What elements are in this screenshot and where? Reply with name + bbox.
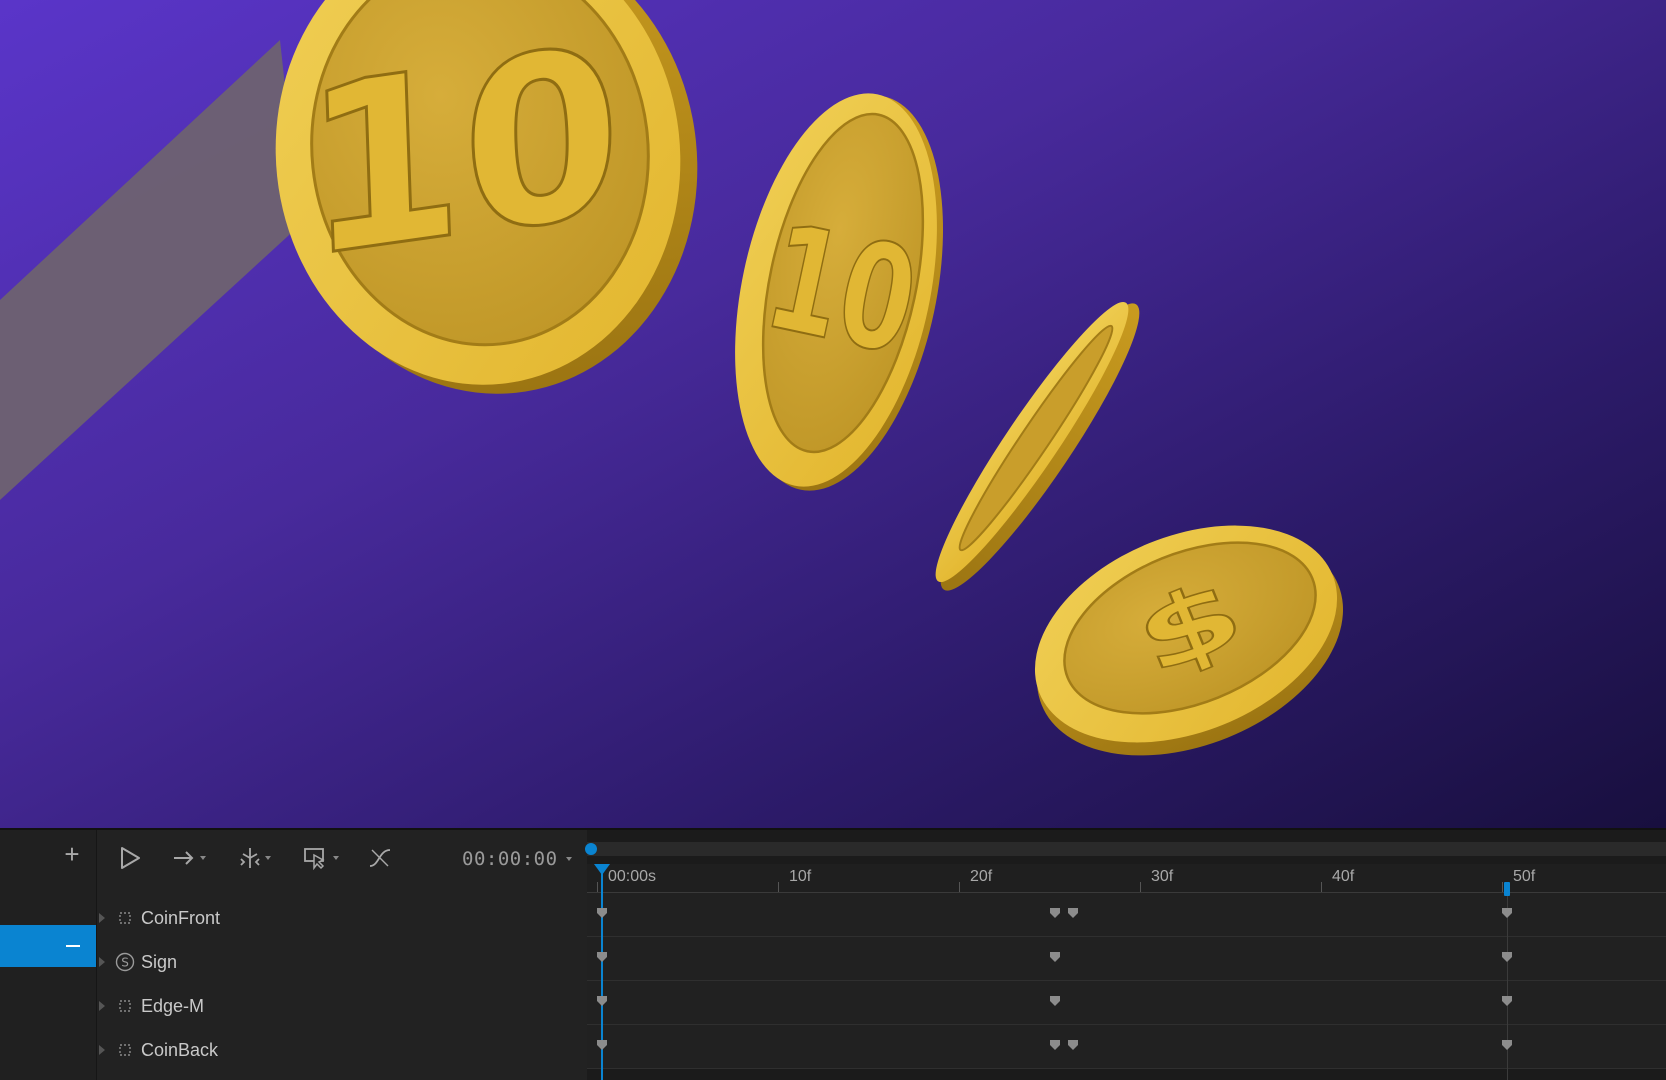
- layer-name: CoinBack: [141, 1039, 219, 1060]
- chevron-down-icon: [333, 856, 339, 860]
- play-icon: [121, 847, 140, 869]
- keyframe-marker[interactable]: [1067, 1039, 1079, 1051]
- keyframe-marker[interactable]: [1049, 951, 1061, 963]
- chevron-down-icon: [200, 856, 206, 860]
- coin-back[interactable]: $: [1003, 484, 1376, 798]
- ruler-label: 10f: [789, 868, 812, 885]
- ruler-label: 40f: [1332, 868, 1355, 885]
- layer-name: CoinFront: [141, 907, 221, 928]
- end-frame-marker[interactable]: [1504, 882, 1510, 896]
- timeline-panel: + 00:00:00 CoinFront S Sign Edge-M CoinB…: [0, 828, 1666, 1080]
- playhead-handle[interactable]: [594, 864, 610, 875]
- timeline-toolbar: 00:00:00: [97, 830, 587, 886]
- plus-icon[interactable]: +: [62, 841, 82, 867]
- ruler-tick: [1502, 882, 1503, 892]
- easing-curve-button[interactable]: [367, 842, 393, 874]
- canvas-artwork: 10 10 $: [0, 0, 1376, 798]
- coin-front-large[interactable]: 10: [253, 0, 720, 414]
- layer-list: CoinFront S Sign Edge-M CoinBack: [97, 896, 587, 1072]
- shadow-streak: [0, 40, 300, 500]
- play-button[interactable]: [119, 842, 141, 874]
- selection-tool-dropdown[interactable]: [303, 842, 339, 874]
- timecode-value: 00:00:00: [462, 848, 558, 870]
- keyframe-marker[interactable]: [1049, 907, 1061, 919]
- group-icon: [115, 908, 135, 928]
- timeline-tracks[interactable]: 00:00s 10f 20f 30f 40f 50f: [585, 830, 1666, 1080]
- timeline-scrollbar[interactable]: [587, 842, 1666, 856]
- collapse-minus-button[interactable]: [0, 925, 96, 967]
- chevron-down-icon: [565, 857, 572, 861]
- keyframe-marker[interactable]: [1501, 1039, 1513, 1051]
- keyframe-marker[interactable]: [1501, 995, 1513, 1007]
- arrow-right-icon: [174, 851, 194, 865]
- layer-name: Sign: [141, 951, 178, 972]
- svg-text:S: S: [121, 956, 129, 970]
- keyframe-marker[interactable]: [1049, 1039, 1061, 1051]
- ruler-tick: [959, 882, 960, 892]
- end-frame-line: [1507, 892, 1508, 1080]
- selection-tool-icon: [304, 848, 325, 870]
- symbol-icon: S: [115, 952, 135, 972]
- expand-arrow-icon[interactable]: [99, 1001, 105, 1011]
- layer-row-coinback[interactable]: CoinBack: [97, 1028, 587, 1072]
- group-icon: [115, 996, 135, 1016]
- ruler-tick: [778, 882, 779, 892]
- anchor-tool-dropdown[interactable]: [239, 842, 271, 874]
- keyframe-marker[interactable]: [596, 951, 608, 963]
- loop-mode-dropdown[interactable]: [172, 842, 206, 874]
- ruler-label: 20f: [970, 868, 993, 885]
- keyframe-marker[interactable]: [1501, 907, 1513, 919]
- anchor-tool-icon: [240, 848, 260, 868]
- keyframe-marker[interactable]: [596, 1039, 608, 1051]
- scrollbar-handle[interactable]: [585, 843, 597, 855]
- canvas-stage[interactable]: 10 10 $: [0, 0, 1666, 828]
- expand-arrow-icon[interactable]: [99, 957, 105, 967]
- easing-curve-icon: [369, 849, 391, 867]
- ruler-tick: [597, 882, 598, 892]
- keyframe-marker[interactable]: [596, 995, 608, 1007]
- expand-arrow-icon[interactable]: [99, 1045, 105, 1055]
- ruler-label: 50f: [1513, 868, 1536, 885]
- keyframe-marker[interactable]: [1049, 995, 1061, 1007]
- group-icon: [115, 1040, 135, 1060]
- timecode-dropdown[interactable]: 00:00:00: [462, 848, 572, 870]
- ruler-label: 30f: [1151, 868, 1174, 885]
- keyframe-marker[interactable]: [1501, 951, 1513, 963]
- keyframe-marker[interactable]: [596, 907, 608, 919]
- layers-side-strip: +: [0, 830, 97, 1080]
- ruler-label: 00:00s: [608, 868, 657, 885]
- ruler-tick: [1140, 882, 1141, 892]
- layer-name: Edge-M: [141, 995, 205, 1016]
- layer-row-sign[interactable]: S Sign: [97, 940, 587, 984]
- chevron-down-icon: [265, 856, 271, 860]
- keyframe-marker[interactable]: [1067, 907, 1079, 919]
- ruler-tick: [1321, 882, 1322, 892]
- layer-row-edge-m[interactable]: Edge-M: [97, 984, 587, 1028]
- layer-row-coinfront[interactable]: CoinFront: [97, 896, 587, 940]
- coin-front-oval[interactable]: 10: [702, 75, 975, 509]
- coin-label-10-large: 10: [299, 0, 625, 310]
- expand-arrow-icon[interactable]: [99, 913, 105, 923]
